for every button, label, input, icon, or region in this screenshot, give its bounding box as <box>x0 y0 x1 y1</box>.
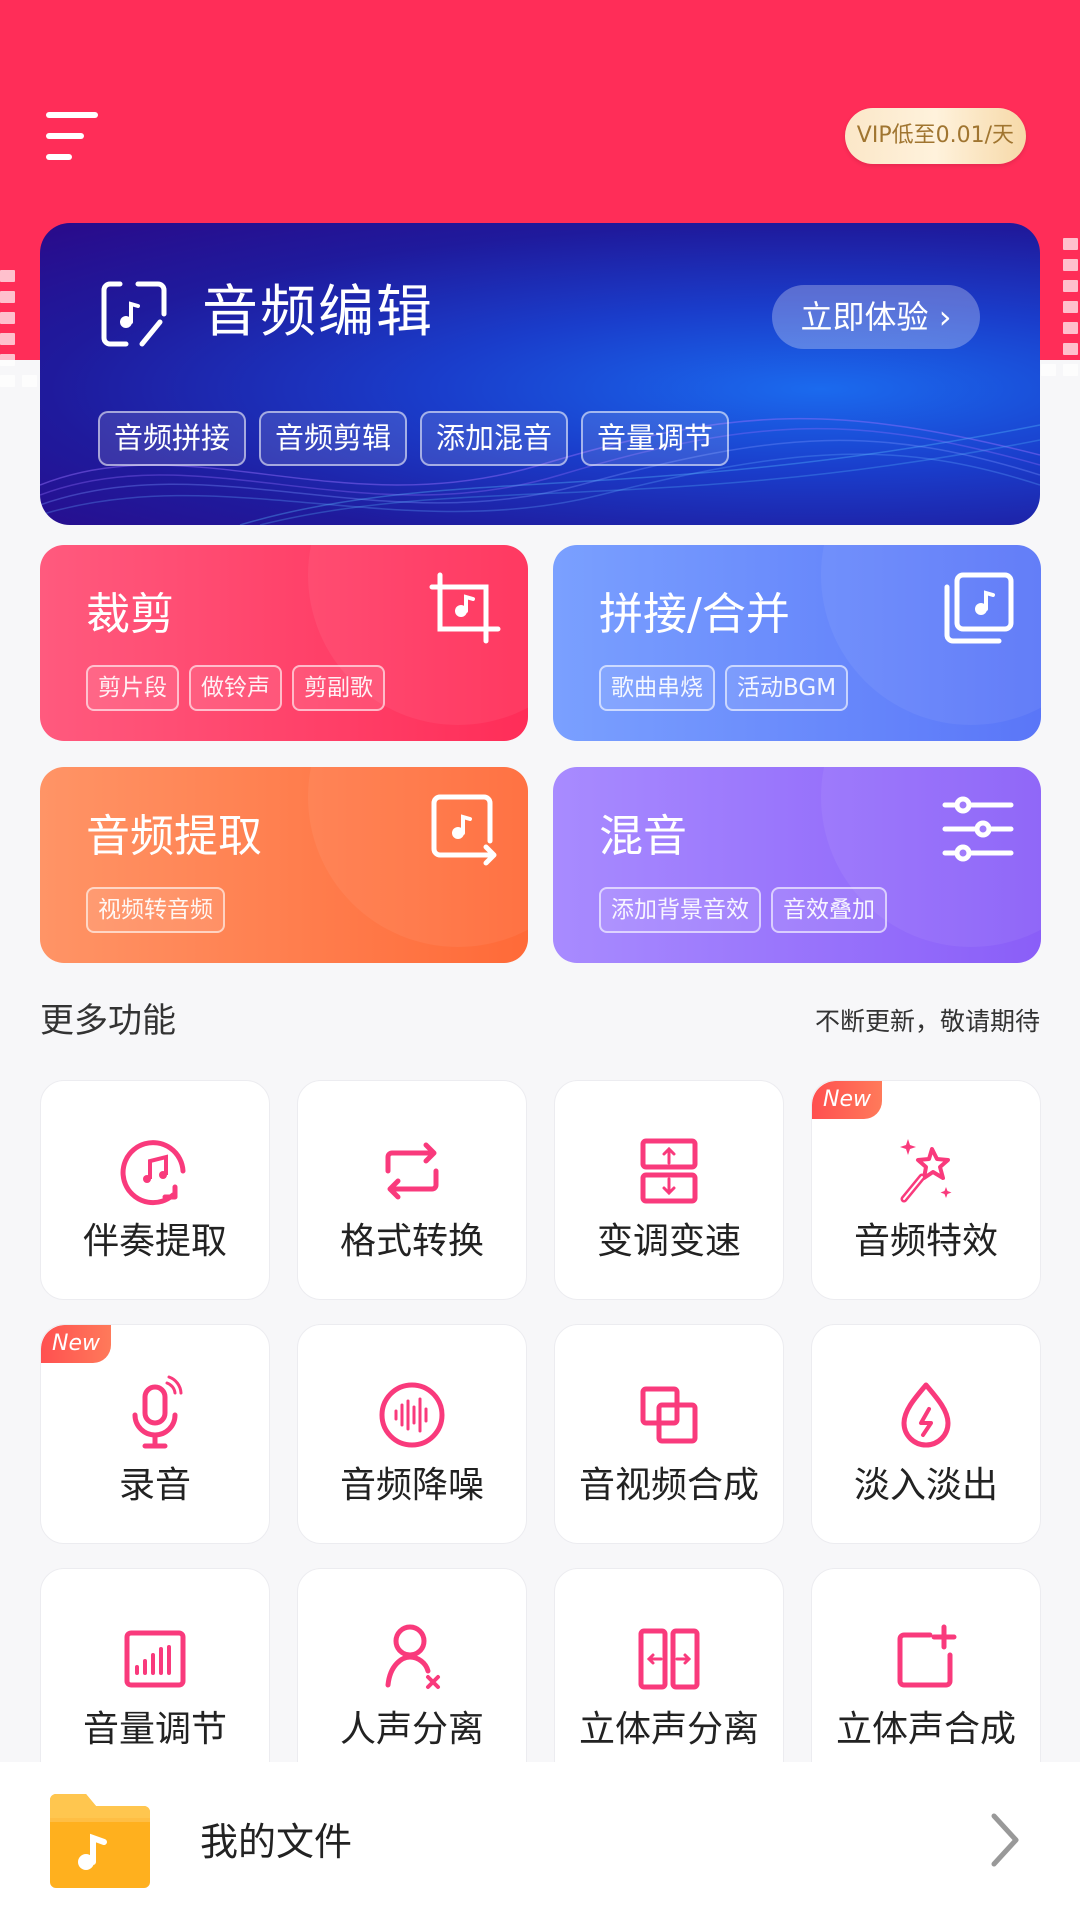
merge-card[interactable]: 拼接/合并 歌曲串烧 活动BGM <box>553 545 1041 741</box>
feature-tile[interactable]: New 音频特效 <box>811 1080 1041 1300</box>
music-folder-icon <box>50 1794 150 1888</box>
card-title: 音频提取 <box>86 811 262 862</box>
av-compose-icon <box>640 1386 698 1444</box>
feature-tile[interactable]: 音频降噪 <box>297 1324 527 1544</box>
hamburger-line <box>46 133 84 139</box>
card-tag[interactable]: 音效叠加 <box>771 887 887 933</box>
card-tags: 歌曲串烧 活动BGM <box>599 665 849 711</box>
pitch-speed-icon <box>640 1138 698 1204</box>
noise-reduction-icon <box>379 1382 445 1448</box>
card-tag[interactable]: 添加背景音效 <box>599 887 761 933</box>
vip-promo-button[interactable]: VIP低至0.01/天 <box>844 108 1026 164</box>
card-title: 拼接/合并 <box>599 589 790 640</box>
banner-tag[interactable]: 添加混音 <box>420 411 569 466</box>
audio-edit-icon <box>101 281 167 347</box>
card-tag[interactable]: 剪片段 <box>86 665 179 711</box>
hamburger-line <box>46 154 72 160</box>
feature-label: 音量调节 <box>82 1709 227 1750</box>
try-now-button[interactable]: 立即体验 › <box>772 285 980 349</box>
more-features-title: 更多功能 <box>40 1001 176 1041</box>
mixer-sliders-icon <box>942 796 1014 862</box>
mix-card[interactable]: 混音 添加背景音效 音效叠加 <box>553 767 1041 963</box>
banner-tag[interactable]: 音量调节 <box>581 411 730 466</box>
feature-label: 格式转换 <box>339 1221 484 1262</box>
more-features-subtitle: 不断更新，敬请期待 <box>814 1007 1040 1036</box>
card-tag[interactable]: 歌曲串烧 <box>599 665 715 711</box>
feature-tile[interactable]: 人声分离 <box>297 1568 527 1788</box>
feature-label: 变调变速 <box>596 1221 741 1262</box>
extract-audio-card[interactable]: 音频提取 视频转音频 <box>40 767 528 963</box>
home-screen: VIP低至0.01/天 音频编辑 立即体验 › 音频拼接 音频剪辑 添加混音 音 <box>0 0 1080 1920</box>
fade-drop-icon <box>901 1382 951 1448</box>
card-tag[interactable]: 视频转音频 <box>86 887 225 933</box>
feature-label: 伴奏提取 <box>82 1221 227 1262</box>
feature-tile[interactable]: 音量调节 <box>40 1568 270 1788</box>
banner-tags: 音频拼接 音频剪辑 添加混音 音量调节 <box>98 411 730 466</box>
feature-tile[interactable]: 淡入淡出 <box>811 1324 1041 1544</box>
card-title: 混音 <box>599 811 687 862</box>
voice-separate-icon <box>385 1624 440 1689</box>
card-tag[interactable]: 做铃声 <box>189 665 282 711</box>
chevron-right-icon <box>991 1813 1019 1867</box>
banner-tag[interactable]: 音频拼接 <box>98 411 247 466</box>
equalizer-decoration-left <box>0 270 37 387</box>
feature-label: 录音 <box>118 1465 191 1506</box>
feature-tile[interactable]: 立体声合成 <box>811 1568 1041 1788</box>
feature-tile[interactable]: 伴奏提取 <box>40 1080 270 1300</box>
feature-label: 音视频合成 <box>578 1465 759 1506</box>
volume-bars-icon <box>124 1630 186 1688</box>
feature-label: 人声分离 <box>339 1709 484 1750</box>
my-files-bar[interactable]: 我的文件 <box>0 1762 1080 1920</box>
new-badge: New <box>812 1081 882 1119</box>
feature-label: 立体声分离 <box>578 1709 759 1750</box>
card-tags: 添加背景音效 音效叠加 <box>599 887 887 933</box>
my-files-label: 我的文件 <box>200 1820 353 1864</box>
magic-wand-icon <box>900 1139 952 1203</box>
audio-edit-banner[interactable]: 音频编辑 立即体验 › 音频拼接 音频剪辑 添加混音 音量调节 <box>40 223 1040 525</box>
merge-music-icon <box>944 572 1014 644</box>
extract-audio-icon <box>431 794 497 866</box>
card-title: 裁剪 <box>86 589 174 640</box>
banner-tag[interactable]: 音频剪辑 <box>259 411 408 466</box>
feature-label: 立体声合成 <box>835 1709 1016 1750</box>
banner-title: 音频编辑 <box>202 280 434 345</box>
feature-label: 音频降噪 <box>339 1465 484 1506</box>
feature-grid: 伴奏提取 格式转换 变调变速 New 音频特效 New 录音 音频降噪 音视频合… <box>40 1080 1041 1788</box>
card-tags: 视频转音频 <box>86 887 225 933</box>
feature-tile[interactable]: New 录音 <box>40 1324 270 1544</box>
card-tag[interactable]: 剪副歌 <box>292 665 385 711</box>
card-tags: 剪片段 做铃声 剪副歌 <box>86 665 385 711</box>
accompaniment-extract-icon <box>120 1140 186 1206</box>
microphone-icon <box>132 1375 183 1449</box>
equalizer-decoration-right <box>1041 238 1078 376</box>
stereo-split-icon <box>638 1628 700 1690</box>
new-badge: New <box>41 1325 111 1363</box>
card-tag[interactable]: 活动BGM <box>725 665 849 711</box>
crop-card[interactable]: 裁剪 剪片段 做铃声 剪副歌 <box>40 545 528 741</box>
menu-button[interactable] <box>46 112 102 162</box>
feature-tile[interactable]: 格式转换 <box>297 1080 527 1300</box>
feature-tile[interactable]: 立体声分离 <box>554 1568 784 1788</box>
chevron-right-icon: › <box>928 298 952 336</box>
stereo-compose-icon <box>897 1624 957 1688</box>
crop-music-icon <box>429 572 501 644</box>
feature-tile[interactable]: 变调变速 <box>554 1080 784 1300</box>
try-now-label: 立即体验 <box>800 298 929 336</box>
feature-label: 音频特效 <box>853 1221 998 1262</box>
feature-label: 淡入淡出 <box>853 1465 998 1506</box>
format-convert-icon <box>385 1142 439 1200</box>
feature-tile[interactable]: 音视频合成 <box>554 1324 784 1544</box>
hamburger-menu-icon <box>46 112 98 118</box>
